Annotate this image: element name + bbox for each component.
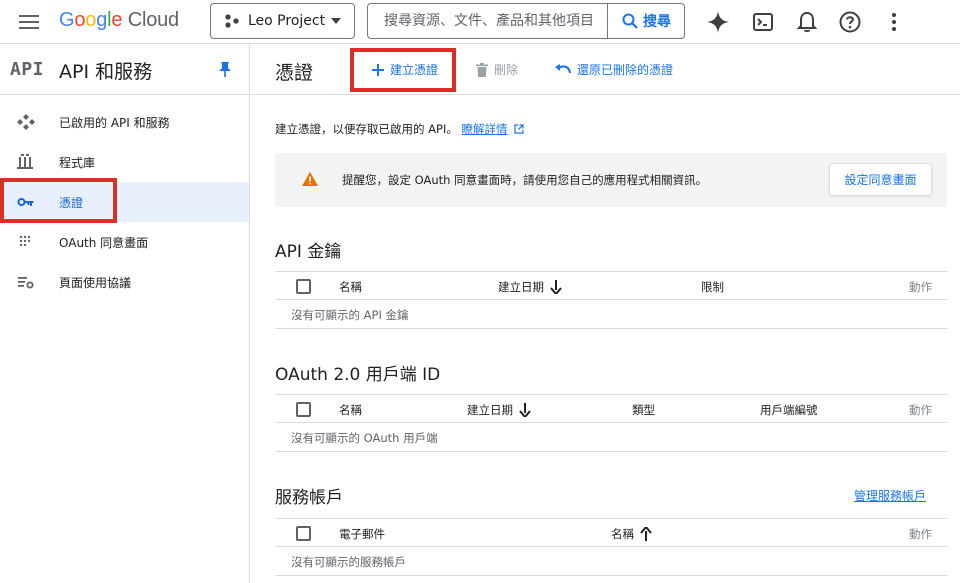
top-bar: Google Cloud Leo Project 搜尋 (0, 0, 960, 44)
table-header: 名稱 建立日期 限制 動作 (275, 271, 947, 300)
column-name[interactable]: 名稱 (339, 402, 362, 418)
undo-icon (555, 63, 571, 73)
project-name: Leo Project (248, 13, 326, 29)
empty-message: 沒有可顯示的 API 金鑰 (291, 308, 409, 322)
table-header: 電子郵件 名稱 動作 (275, 518, 947, 547)
api-diamond-icon (17, 114, 35, 130)
oauth-clients-title: OAuth 2.0 用戶端 ID (275, 365, 441, 385)
sidebar-header: API API 和服務 (0, 44, 249, 95)
highlight-box-create (350, 48, 456, 92)
sidebar-item-label: 已啟用的 API 和服務 (59, 116, 170, 130)
pin-icon[interactable] (218, 61, 232, 77)
delete-label: 刪除 (494, 63, 519, 77)
column-email[interactable]: 電子郵件 (339, 526, 385, 542)
delete-button[interactable]: 刪除 (476, 61, 518, 78)
column-created-label: 建立日期 (467, 403, 513, 417)
column-created[interactable]: 建立日期 (467, 402, 531, 418)
highlight-box-credentials (0, 178, 117, 223)
api-logo: API (10, 59, 45, 80)
oauth-notice-banner: 提醒您，設定 OAuth 同意畫面時，請使用您自己的應用程式相關資訊。 設定同意… (275, 153, 947, 207)
column-restriction: 限制 (701, 280, 724, 294)
empty-message: 沒有可顯示的服務帳戶 (291, 555, 406, 569)
menu-icon[interactable] (18, 12, 40, 32)
restore-deleted-button[interactable]: 還原已刪除的憑證 (555, 61, 673, 78)
api-keys-table: 名稱 建立日期 限制 動作 沒有可顯示的 API 金鑰 (275, 271, 947, 329)
gemini-icon[interactable] (706, 10, 730, 34)
search-input[interactable] (368, 4, 607, 38)
column-actions: 動作 (909, 527, 932, 541)
project-icon (225, 14, 239, 28)
oauth-clients-table: 名稱 建立日期 類型 用戶端編號 動作 沒有可顯示的 OAuth 用戶端 (275, 394, 947, 452)
column-client-id[interactable]: 用戶端編號 (760, 402, 818, 418)
api-keys-title: API 金鑰 (275, 242, 342, 262)
empty-row: 沒有可顯示的 API 金鑰 (275, 300, 947, 329)
main-content: 憑證 建立憑證 刪除 還原已刪除的憑證 建立憑證，以便存取已啟用的 API。 瞭… (251, 44, 960, 583)
search-button-label: 搜尋 (643, 14, 671, 30)
sidebar-item-label: OAuth 同意畫面 (59, 236, 149, 250)
google-cloud-logo[interactable]: Google Cloud (59, 9, 179, 32)
search-button[interactable]: 搜尋 (607, 4, 684, 38)
learn-more-link[interactable]: 瞭解詳情 (462, 122, 508, 136)
sidebar-item-library[interactable]: 程式庫 (0, 142, 249, 182)
sidebar: API API 和服務 已啟用的 API 和服務 程式庫 憑證 OAuth 同意… (0, 44, 250, 583)
help-icon[interactable] (838, 10, 862, 34)
sidebar-item-page-usage[interactable]: 頁面使用協議 (0, 262, 249, 302)
arrow-down-icon[interactable] (550, 280, 562, 294)
project-selector[interactable]: Leo Project (210, 3, 355, 39)
empty-row: 沒有可顯示的 OAuth 用戶端 (275, 423, 947, 452)
search-icon (622, 13, 638, 29)
page-title: 憑證 (275, 62, 314, 84)
column-created[interactable]: 建立日期 (498, 279, 562, 295)
trash-icon (476, 62, 488, 77)
manage-service-accounts-link[interactable]: 管理服務帳戶 (854, 487, 926, 504)
configure-consent-screen-button[interactable]: 設定同意畫面 (829, 163, 932, 196)
service-accounts-table: 電子郵件 名稱 動作 沒有可顯示的服務帳戶 (275, 518, 947, 576)
select-all-checkbox[interactable] (296, 279, 311, 294)
sidebar-item-label: 頁面使用協議 (59, 276, 132, 290)
search-bar: 搜尋 (367, 3, 685, 39)
settings-list-icon (18, 277, 34, 289)
external-link-icon (514, 124, 524, 134)
arrow-up-icon[interactable] (640, 527, 652, 541)
intro-text: 建立憑證，以便存取已啟用的 API。 瞭解詳情 (275, 121, 524, 137)
intro-description: 建立憑證，以便存取已啟用的 API。 (275, 122, 458, 136)
column-name[interactable]: 名稱 (611, 526, 652, 542)
select-all-checkbox[interactable] (296, 402, 311, 417)
arrow-down-icon[interactable] (519, 403, 531, 417)
notice-text: 提醒您，設定 OAuth 同意畫面時，請使用您自己的應用程式相關資訊。 (342, 173, 708, 187)
warning-icon (302, 172, 318, 186)
sidebar-item-enabled-apis[interactable]: 已啟用的 API 和服務 (0, 102, 249, 142)
bell-icon[interactable] (795, 10, 819, 34)
main-header: 憑證 建立憑證 刪除 還原已刪除的憑證 (251, 44, 960, 95)
oauth-icon (19, 235, 31, 247)
cloud-shell-icon[interactable] (751, 10, 775, 34)
service-accounts-title: 服務帳戶 (275, 488, 343, 508)
empty-message: 沒有可顯示的 OAuth 用戶端 (291, 431, 438, 445)
column-actions: 動作 (909, 403, 932, 417)
sidebar-item-oauth[interactable]: OAuth 同意畫面 (0, 222, 249, 262)
column-actions: 動作 (909, 280, 932, 294)
restore-label: 還原已刪除的憑證 (577, 63, 674, 77)
column-type[interactable]: 類型 (632, 402, 655, 418)
table-header: 名稱 建立日期 類型 用戶端編號 動作 (275, 394, 947, 423)
column-name[interactable]: 名稱 (339, 279, 362, 295)
chevron-down-icon (331, 18, 341, 24)
sidebar-item-label: 程式庫 (59, 156, 96, 170)
more-vert-icon[interactable] (882, 10, 906, 34)
empty-row: 沒有可顯示的服務帳戶 (275, 547, 947, 576)
select-all-checkbox[interactable] (296, 526, 311, 541)
sidebar-title: API 和服務 (59, 61, 153, 83)
library-icon (17, 154, 33, 169)
column-name-label: 名稱 (611, 527, 634, 541)
column-created-label: 建立日期 (498, 280, 544, 294)
